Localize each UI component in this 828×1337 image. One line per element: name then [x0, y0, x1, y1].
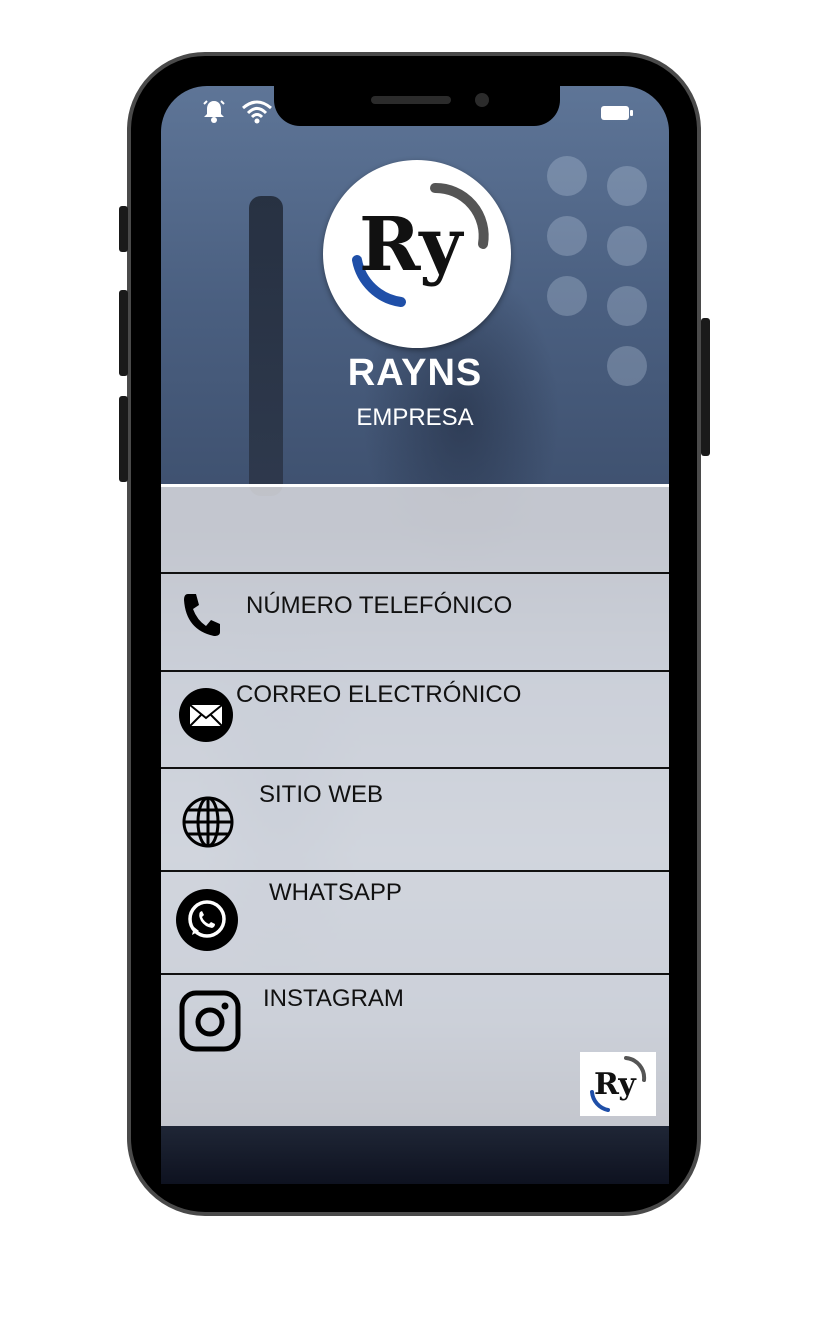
company-subtitle: EMPRESA — [356, 404, 474, 431]
phone-icon — [184, 594, 220, 636]
logo-letters: Ry — [359, 202, 464, 288]
bokeh-light — [547, 216, 587, 256]
bokeh-light — [547, 156, 587, 196]
row-divider — [161, 870, 669, 872]
company-logo: Ry — [323, 160, 511, 348]
side-button-volume-up — [119, 290, 128, 376]
bokeh-light — [607, 226, 647, 266]
side-button-power — [701, 318, 710, 456]
row-divider — [161, 973, 669, 975]
bokeh-light — [607, 286, 647, 326]
contact-label-whatsapp: WHATSAPP — [269, 879, 402, 906]
row-divider — [161, 572, 669, 574]
row-divider — [161, 670, 669, 672]
front-camera — [475, 93, 489, 107]
whatsapp-icon — [176, 889, 238, 951]
company-name: RAYNS — [347, 352, 483, 394]
email-icon — [179, 688, 233, 742]
side-button-volume-down — [119, 396, 128, 482]
battery-icon — [601, 106, 633, 120]
side-button-mute — [119, 206, 128, 252]
bokeh-light — [607, 166, 647, 206]
globe-icon — [182, 796, 234, 848]
logo-mark-icon: Ry — [352, 182, 489, 307]
contact-label-website: SITIO WEB — [259, 781, 384, 808]
bokeh-light — [547, 276, 587, 316]
mini-logo-mark-icon: Ry — [590, 1056, 647, 1112]
contact-label-phone: NÚMERO TELEFÓNICO — [246, 592, 513, 619]
contact-label-email: CORREO ELECTRÓNICO — [236, 681, 522, 708]
alarm-bell-icon — [203, 100, 225, 123]
phone-notch — [274, 86, 560, 126]
instagram-icon — [179, 990, 241, 1052]
earpiece-speaker — [371, 96, 451, 104]
bottom-band — [161, 1126, 669, 1184]
contact-label-instagram: INSTAGRAM — [263, 985, 404, 1012]
mini-logo: Ry — [580, 1052, 656, 1116]
mini-logo-letters: Ry — [594, 1067, 637, 1102]
row-divider — [161, 767, 669, 769]
wifi-icon — [242, 100, 272, 124]
background-tie — [249, 196, 283, 496]
